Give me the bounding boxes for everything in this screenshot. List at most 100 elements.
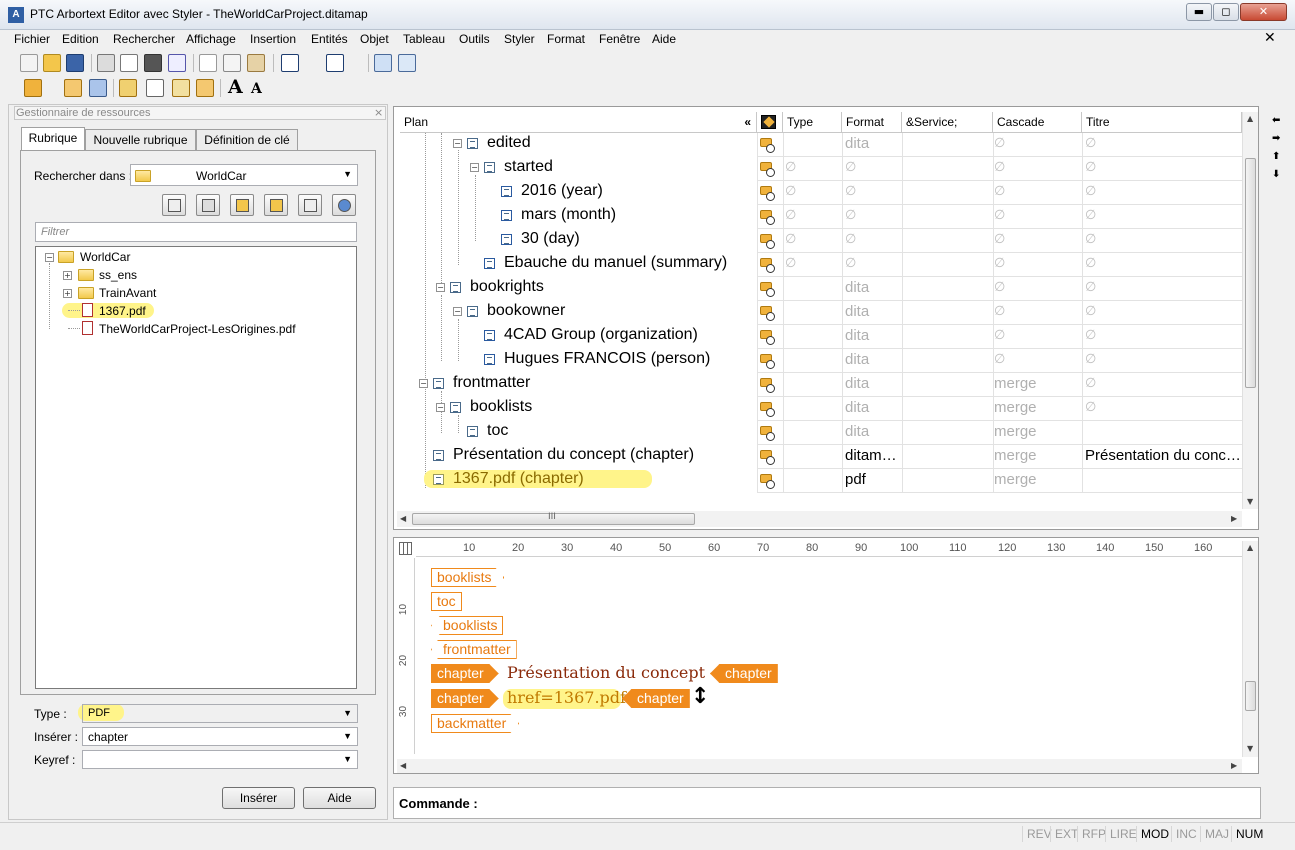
tag-chapter-open[interactable]: chapter (431, 664, 499, 683)
scroll-down-icon[interactable]: ▼ (1247, 744, 1253, 753)
expand-icon[interactable]: + (63, 271, 72, 280)
key-icon[interactable] (760, 234, 775, 249)
key-icon[interactable] (760, 186, 775, 201)
up-folder-button[interactable] (230, 194, 254, 216)
tree-item-root[interactable]: WorldCar (80, 249, 130, 265)
table-view-icon[interactable] (374, 54, 392, 72)
key-icon[interactable] (760, 138, 775, 153)
copy-button[interactable] (298, 194, 322, 216)
key-icon[interactable] (760, 258, 775, 273)
scroll-right-icon[interactable]: ▶ (1231, 514, 1237, 523)
arrow-down-icon[interactable]: ⬇ (1272, 169, 1280, 180)
key-icon[interactable] (760, 210, 775, 225)
menu-fichier[interactable]: Fichier (14, 32, 50, 46)
tag-booklists-end[interactable]: booklists (431, 568, 505, 587)
collapse-icon[interactable]: − (436, 283, 445, 292)
vertical-scrollbar[interactable]: ▲ ▼ (1242, 112, 1258, 509)
tree-item[interactable]: TheWorldCarProject-LesOrigines.pdf (99, 321, 296, 337)
filter-input[interactable]: Filtrer (35, 222, 357, 242)
key-icon[interactable] (760, 282, 775, 297)
key-icon[interactable] (760, 162, 775, 177)
column-header-titre[interactable]: Titre (1082, 112, 1242, 133)
expand-icon[interactable]: + (63, 289, 72, 298)
menu-affichage[interactable]: Affichage (186, 32, 236, 46)
scroll-left-icon[interactable]: ◀ (400, 761, 406, 770)
tag-backmatter[interactable]: backmatter (431, 714, 520, 733)
collapse-icon[interactable]: − (419, 379, 428, 388)
web-button[interactable] (332, 194, 356, 216)
menu-insertion[interactable]: Insertion (250, 32, 296, 46)
scroll-up-icon[interactable]: ▲ (1247, 543, 1253, 552)
menu-edition[interactable]: Edition (62, 32, 99, 46)
menu-fenetre[interactable]: Fenêtre (599, 32, 640, 46)
menu-entites[interactable]: Entités (311, 32, 348, 46)
collapse-icon[interactable]: − (45, 253, 54, 262)
arrow-up-icon[interactable]: ⬆ (1272, 151, 1280, 162)
key-icon[interactable] (760, 426, 775, 441)
column-header-type[interactable]: Type (783, 112, 842, 133)
minimize-button[interactable]: ▬ (1186, 3, 1212, 21)
document-editor[interactable] (393, 537, 1259, 774)
tab-nouvelle-rubrique[interactable]: Nouvelle rubrique (85, 129, 196, 151)
cut-icon[interactable] (199, 54, 217, 72)
keyref-dropdown[interactable]: ▼ (82, 750, 358, 769)
search-in-dropdown[interactable]: WorldCar ▼ (130, 164, 358, 186)
type-dropdown[interactable]: PDF ▼ (82, 704, 358, 723)
arrow-right-icon[interactable]: ➡ (1272, 133, 1280, 144)
copy-icon[interactable] (223, 54, 241, 72)
command-bar[interactable] (393, 787, 1261, 819)
menu-objet[interactable]: Objet (360, 32, 389, 46)
column-header-plan[interactable]: Plan « (400, 112, 757, 133)
spellcheck-icon[interactable] (168, 54, 186, 72)
save-icon[interactable] (66, 54, 84, 72)
insert-reference-icon[interactable] (196, 79, 214, 97)
insert-button[interactable]: Insérer (222, 787, 295, 809)
decrease-font-icon[interactable]: A (251, 81, 262, 97)
map-key-add-icon[interactable] (760, 474, 775, 489)
grid-icon[interactable] (399, 542, 412, 555)
redo-icon[interactable] (326, 54, 344, 72)
horizontal-scrollbar[interactable]: ◀ III ▶ (397, 511, 1242, 527)
column-header-icon[interactable] (757, 112, 783, 133)
column-header-cascade[interactable]: Cascade (993, 112, 1082, 133)
open-folder-icon[interactable] (43, 54, 61, 72)
document-map-icon[interactable] (398, 54, 416, 72)
scroll-thumb[interactable]: III (412, 512, 695, 525)
key-icon[interactable] (760, 330, 775, 345)
insert-link-icon[interactable] (172, 79, 190, 97)
scroll-thumb[interactable] (1245, 158, 1256, 388)
map-key-add-icon[interactable] (760, 450, 775, 465)
print-icon[interactable] (97, 54, 115, 72)
folder-button[interactable] (196, 194, 220, 216)
scroll-down-icon[interactable]: ▼ (1247, 497, 1253, 506)
collapse-columns-icon[interactable]: « (744, 112, 751, 132)
print-preview-icon[interactable] (120, 54, 138, 72)
insert-markup-icon[interactable] (24, 79, 42, 97)
editor-horizontal-scrollbar[interactable]: ◀ ▶ (397, 759, 1242, 773)
scroll-right-icon[interactable]: ▶ (1231, 761, 1237, 770)
key-icon[interactable] (760, 378, 775, 393)
tab-rubrique[interactable]: Rubrique (21, 127, 85, 151)
column-header-service[interactable]: &Service; (902, 112, 993, 133)
menu-aide[interactable]: Aide (652, 32, 676, 46)
collapse-icon[interactable]: − (470, 163, 479, 172)
key-icon[interactable] (760, 306, 775, 321)
column-header-format[interactable]: Format (842, 112, 902, 133)
close-document-icon[interactable]: ✕ (1264, 30, 1276, 46)
validate-icon[interactable] (119, 79, 137, 97)
href-text[interactable]: href=1367.pdf (507, 688, 626, 707)
maximize-button[interactable]: ◻ (1213, 3, 1239, 21)
key-icon[interactable] (760, 402, 775, 417)
tag-chapter-close[interactable]: chapter (622, 689, 690, 708)
change-markup-icon[interactable] (64, 79, 82, 97)
tag-frontmatter[interactable]: frontmatter (431, 640, 517, 659)
undo-icon[interactable] (281, 54, 299, 72)
insert-id-icon[interactable] (146, 79, 164, 97)
collapse-icon[interactable]: − (453, 307, 462, 316)
increase-font-icon[interactable]: A (228, 76, 243, 98)
key-icon[interactable] (760, 354, 775, 369)
panel-close-icon[interactable]: × (374, 106, 383, 119)
help-button[interactable]: Aide (303, 787, 376, 809)
tree-item-selected[interactable]: 1367.pdf (99, 303, 146, 319)
collapse-icon[interactable]: − (436, 403, 445, 412)
